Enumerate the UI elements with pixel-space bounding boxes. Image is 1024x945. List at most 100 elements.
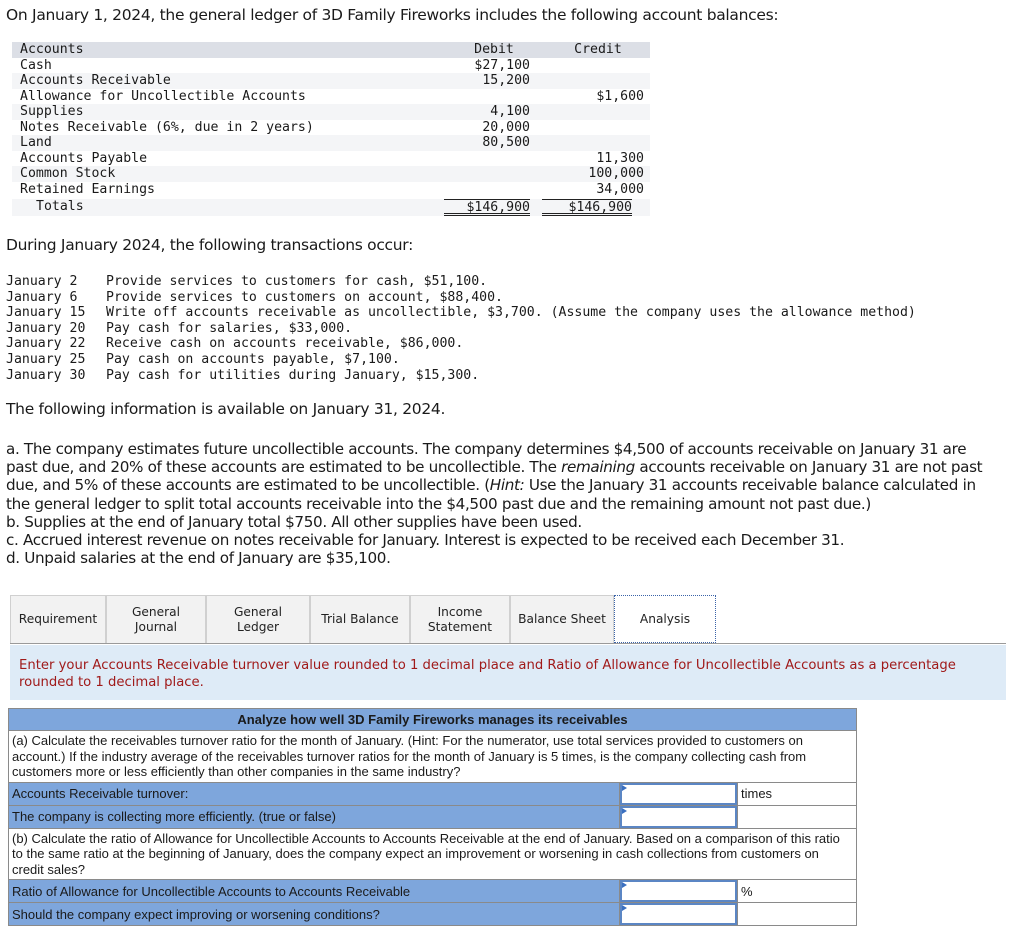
transaction-text: Provide services to customers for cash, … — [106, 274, 488, 289]
ar-turnover-row: Accounts Receivable turnover: times — [8, 781, 857, 806]
ledger-credit: 11,300 — [596, 150, 644, 166]
ledger-account: Retained Earnings — [20, 181, 155, 197]
efficiency-input[interactable] — [620, 805, 737, 828]
ledger-credit — [542, 58, 644, 74]
tab-requirement[interactable]: Requirement — [10, 595, 106, 643]
ledger-header-debit: Debit — [474, 42, 514, 57]
conditions-unit — [737, 902, 857, 926]
efficiency-label: The company is collecting more efficient… — [8, 804, 620, 829]
ledger-debit — [444, 182, 530, 198]
analysis-title-row: Analyze how well 3D Family Fireworks man… — [8, 708, 857, 731]
note-a-emphasis: remaining — [561, 458, 635, 477]
ratio-label: Ratio of Allowance for Uncollectible Acc… — [8, 879, 620, 903]
ar-turnover-label: Accounts Receivable turnover: — [8, 781, 620, 806]
question-a: (a) Calculate the receivables turnover r… — [8, 730, 857, 783]
transaction-item: January 6 Provide services to customers o… — [6, 290, 916, 306]
input-flag-icon — [622, 882, 627, 888]
ledger-account: Notes Receivable (6%, due in 2 years) — [20, 119, 314, 135]
transaction-text: Provide services to customers on account… — [106, 289, 503, 305]
tab-analysis[interactable]: Analysis — [614, 595, 716, 643]
adjustment-notes: a. The company estimates future uncollec… — [6, 440, 996, 567]
transaction-item: January 20 Pay cash for salaries, $33,000… — [6, 321, 916, 337]
conditions-input[interactable] — [620, 903, 737, 925]
transaction-text: Receive cash on accounts receivable, $86… — [106, 336, 464, 352]
transaction-text: Pay cash for salaries, $33,000. — [106, 320, 353, 336]
tab-trial-balance[interactable]: Trial Balance — [310, 595, 410, 643]
ledger-account: Accounts Payable — [20, 150, 148, 166]
tab-general-ledger-label: General Ledger — [233, 604, 283, 634]
note-c: c. Accrued interest revenue on notes rec… — [6, 531, 845, 550]
transaction-item: January 15 Write off accounts receivable … — [6, 305, 916, 321]
analysis-table: Analyze how well 3D Family Fireworks man… — [8, 708, 857, 926]
ledger-debit: 15,200 — [482, 73, 530, 88]
ledger-account: Allowance for Uncollectible Accounts — [20, 88, 306, 104]
tab-general-journal[interactable]: General Journal — [106, 595, 206, 643]
note-d: d. Unpaid salaries at the end of January… — [6, 549, 391, 568]
tab-income-statement-label: Income Statement — [427, 604, 493, 634]
ledger-credit: 100,000 — [588, 166, 644, 181]
efficiency-unit — [737, 804, 857, 829]
conditions-row: Should the company expect improving or w… — [8, 902, 857, 926]
transaction-date: January 15 — [6, 305, 86, 321]
ledger-table: Accounts Debit Credit Cash $27,100 Accou… — [12, 42, 650, 216]
ledger-row: Notes Receivable (6%, due in 2 years) 20… — [12, 120, 650, 136]
transactions-intro: During January 2024, the following trans… — [6, 236, 414, 254]
ledger-header-row: Accounts Debit Credit — [12, 42, 650, 58]
transaction-item: January 22 Receive cash on accounts recei… — [6, 336, 916, 352]
transaction-date: January 22 — [6, 336, 86, 352]
ledger-row: Accounts Receivable 15,200 — [12, 73, 650, 89]
ledger-debit: 80,500 — [482, 135, 530, 150]
question-b-row: (b) Calculate the ratio of Allowance for… — [8, 827, 857, 880]
instruction-box: Enter your Accounts Receivable turnover … — [10, 645, 1006, 700]
tab-general-ledger[interactable]: General Ledger — [206, 595, 310, 643]
ar-turnover-input[interactable] — [620, 782, 737, 805]
transaction-date: January 20 — [6, 320, 86, 336]
transaction-date: January 6 — [6, 289, 78, 305]
transaction-item: January 25 Pay cash on accounts payable, … — [6, 352, 916, 368]
tab-income-statement[interactable]: Income Statement — [410, 595, 510, 643]
ledger-credit — [542, 135, 644, 151]
efficiency-row: The company is collecting more efficient… — [8, 804, 857, 829]
question-b: (b) Calculate the ratio of Allowance for… — [8, 827, 857, 880]
transaction-date: January 30 — [6, 367, 86, 383]
ledger-debit — [444, 166, 530, 182]
input-flag-icon — [622, 784, 627, 791]
ledger-credit — [542, 120, 644, 136]
transaction-item: January 2 Provide services to customers f… — [6, 274, 916, 290]
input-flag-icon — [622, 905, 627, 911]
ratio-row: Ratio of Allowance for Uncollectible Acc… — [8, 879, 857, 903]
input-flag-icon — [622, 807, 627, 814]
ledger-totals-debit: $146,900 — [444, 199, 530, 216]
ledger-row: Supplies 4,100 — [12, 104, 650, 120]
ledger-row: Accounts Payable 11,300 — [12, 151, 650, 167]
transaction-text: Write off accounts receivable as uncolle… — [106, 305, 916, 321]
intro-text: On January 1, 2024, the general ledger o… — [6, 6, 779, 24]
info-intro: The following information is available o… — [6, 400, 446, 418]
ledger-credit: 34,000 — [596, 181, 644, 197]
ratio-cell — [619, 879, 738, 903]
ar-turnover-cell — [619, 781, 738, 806]
ledger-row: Land 80,500 — [12, 135, 650, 151]
ledger-totals-row: Totals $146,900 $146,900 — [12, 199, 650, 216]
conditions-cell — [619, 902, 738, 926]
efficiency-cell — [619, 804, 738, 829]
ledger-debit: 20,000 — [482, 119, 530, 135]
ledger-credit — [542, 104, 644, 120]
ledger-header-credit: Credit — [574, 42, 622, 57]
tab-balance-sheet[interactable]: Balance Sheet — [510, 595, 614, 643]
transaction-item: January 30 Pay cash for utilities during … — [6, 368, 916, 384]
ledger-row: Common Stock 100,000 — [12, 166, 650, 182]
ledger-debit: 4,100 — [490, 104, 530, 119]
ledger-row: Retained Earnings 34,000 — [12, 182, 650, 198]
ledger-debit — [444, 89, 530, 105]
ledger-row: Allowance for Uncollectible Accounts $1,… — [12, 89, 650, 105]
ratio-input[interactable] — [620, 880, 737, 902]
ledger-account: Common Stock — [20, 166, 116, 181]
ledger-account: Accounts Receivable — [20, 73, 171, 88]
ledger-debit: $27,100 — [474, 57, 530, 73]
transaction-date: January 2 — [6, 274, 78, 289]
tab-bar: Requirement General Journal General Ledg… — [10, 595, 716, 643]
tab-divider — [10, 643, 1006, 644]
ledger-credit: $1,600 — [596, 88, 644, 104]
transaction-text: Pay cash on accounts payable, $7,100. — [106, 351, 400, 367]
